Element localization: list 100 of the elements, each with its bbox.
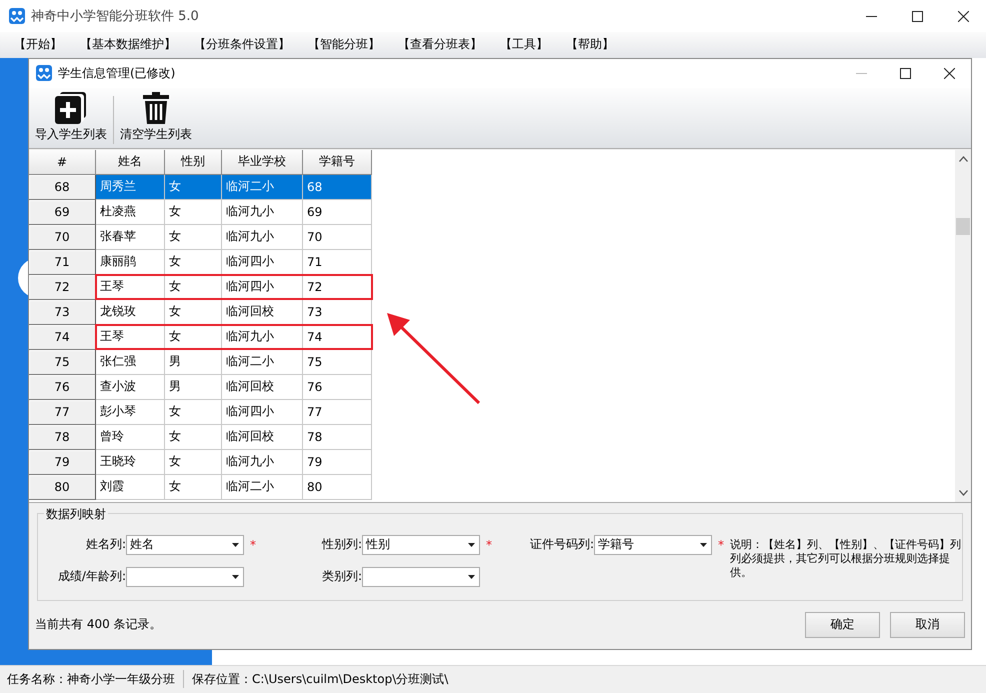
table-cell[interactable]: 临河回校 — [222, 424, 303, 450]
menu-item[interactable]: 【查看分班表】 — [391, 34, 489, 56]
scroll-thumb[interactable] — [956, 218, 970, 235]
table-cell[interactable]: 68 — [303, 174, 372, 200]
row-header[interactable]: 72 — [29, 274, 96, 300]
table-cell[interactable]: 临河四小 — [222, 274, 303, 300]
row-header[interactable]: 69 — [29, 200, 96, 225]
table-cell[interactable]: 康丽鹃 — [96, 250, 165, 275]
scroll-up-icon[interactable] — [958, 156, 968, 162]
menu-item[interactable]: 【智能分班】 — [301, 34, 387, 56]
table-cell[interactable]: 77 — [303, 400, 372, 425]
table-cell[interactable]: 临河四小 — [222, 250, 303, 275]
table-cell[interactable]: 76 — [303, 374, 372, 400]
status-text: 任务名称：神奇小学一年级分班 — [7, 670, 175, 688]
column-header[interactable]: 毕业学校 — [222, 150, 303, 175]
table-cell[interactable]: 73 — [303, 300, 372, 325]
column-header[interactable]: 学籍号 — [303, 150, 372, 175]
dropdown-field[interactable]: 姓名 — [126, 534, 244, 555]
menu-item[interactable]: 【开始】 — [7, 34, 69, 56]
table-cell[interactable]: 男 — [165, 374, 222, 400]
row-header[interactable]: 76 — [29, 374, 96, 400]
field-label: 姓名列: — [84, 536, 126, 554]
cancel-button[interactable]: 取消 — [890, 612, 965, 638]
table-cell[interactable]: 王晓玲 — [96, 450, 165, 475]
table-cell[interactable]: 女 — [165, 224, 222, 250]
table-cell[interactable]: 75 — [303, 350, 372, 375]
table-cell[interactable]: 张春苹 — [96, 224, 165, 250]
table-cell[interactable]: 80 — [303, 474, 372, 500]
table-cell[interactable]: 70 — [303, 224, 372, 250]
table-cell[interactable]: 临河四小 — [222, 400, 303, 425]
row-header[interactable]: 70 — [29, 224, 96, 250]
caret-icon — [232, 574, 239, 579]
clear-list-button[interactable]: 清空学生列表 — [118, 92, 194, 148]
table-cell[interactable]: 曾玲 — [96, 424, 165, 450]
dropdown-field[interactable]: 性别 — [362, 534, 480, 555]
table-cell[interactable]: 临河二小 — [222, 174, 303, 200]
table-cell[interactable]: 69 — [303, 200, 372, 225]
caret-icon — [700, 542, 707, 547]
vertical-scrollbar[interactable] — [955, 150, 971, 502]
row-header[interactable]: 75 — [29, 350, 96, 375]
table-cell[interactable]: 临河九小 — [222, 224, 303, 250]
table-cell[interactable]: 王琴 — [96, 324, 165, 350]
table-cell[interactable]: 刘霞 — [96, 474, 165, 500]
table-cell[interactable]: 女 — [165, 474, 222, 500]
import-list-button[interactable]: 导入学生列表 — [33, 92, 109, 148]
table-cell[interactable]: 女 — [165, 200, 222, 225]
row-header[interactable]: 78 — [29, 424, 96, 450]
table-cell[interactable]: 杜凌燕 — [96, 200, 165, 225]
close-icon[interactable] — [944, 68, 954, 79]
table-cell[interactable]: 临河九小 — [222, 200, 303, 225]
table-cell[interactable]: 79 — [303, 450, 372, 475]
row-header[interactable]: 79 — [29, 450, 96, 475]
table-cell[interactable]: 张仁强 — [96, 350, 165, 375]
close-icon[interactable] — [958, 10, 968, 22]
table-cell[interactable]: 周秀兰 — [96, 174, 165, 200]
table-cell[interactable]: 71 — [303, 250, 372, 275]
row-header[interactable]: 71 — [29, 250, 96, 275]
table-cell[interactable]: 女 — [165, 274, 222, 300]
column-header[interactable]: 性别 — [165, 150, 222, 175]
table-cell[interactable]: 王琴 — [96, 274, 165, 300]
maximize-icon[interactable] — [900, 68, 910, 79]
table-cell[interactable]: 女 — [165, 400, 222, 425]
table-cell[interactable]: 女 — [165, 174, 222, 200]
field-label: 证件号码列: — [528, 536, 594, 554]
row-header[interactable]: 68 — [29, 174, 96, 200]
table-cell[interactable]: 女 — [165, 300, 222, 325]
menu-item[interactable]: 【帮助】 — [559, 34, 621, 56]
table-cell[interactable]: 临河九小 — [222, 324, 303, 350]
scroll-down-icon[interactable] — [958, 490, 968, 496]
table-cell[interactable]: 74 — [303, 324, 372, 350]
table-cell[interactable]: 女 — [165, 250, 222, 275]
table-cell[interactable]: 临河二小 — [222, 474, 303, 500]
column-header[interactable]: 姓名 — [96, 150, 165, 175]
row-header[interactable]: 80 — [29, 474, 96, 500]
dropdown-field[interactable]: 学籍号 — [594, 534, 712, 555]
required-mark: * — [485, 538, 492, 552]
table-cell[interactable]: 龙锐玫 — [96, 300, 165, 325]
menu-item[interactable]: 【工具】 — [493, 34, 555, 56]
table-cell[interactable]: 临河回校 — [222, 374, 303, 400]
row-header[interactable]: 77 — [29, 400, 96, 425]
table-cell[interactable]: 女 — [165, 424, 222, 450]
ok-button[interactable]: 确定 — [805, 612, 880, 638]
table-cell[interactable]: 78 — [303, 424, 372, 450]
dropdown-field[interactable] — [362, 566, 480, 587]
table-cell[interactable]: 女 — [165, 450, 222, 475]
dropdown-field[interactable] — [126, 566, 244, 587]
table-cell[interactable]: 女 — [165, 324, 222, 350]
table-cell[interactable]: 72 — [303, 274, 372, 300]
menu-item[interactable]: 【分班条件设置】 — [187, 34, 297, 56]
table-cell[interactable]: 临河回校 — [222, 300, 303, 325]
maximize-icon[interactable] — [912, 10, 922, 22]
table-cell[interactable]: 临河二小 — [222, 350, 303, 375]
table-cell[interactable]: 查小波 — [96, 374, 165, 400]
row-header[interactable]: 73 — [29, 300, 96, 325]
column-header[interactable]: # — [29, 150, 96, 175]
table-cell[interactable]: 彭小琴 — [96, 400, 165, 425]
row-header[interactable]: 74 — [29, 324, 96, 350]
table-cell[interactable]: 男 — [165, 350, 222, 375]
table-cell[interactable]: 临河九小 — [222, 450, 303, 475]
menu-item[interactable]: 【基本数据维护】 — [73, 34, 183, 56]
